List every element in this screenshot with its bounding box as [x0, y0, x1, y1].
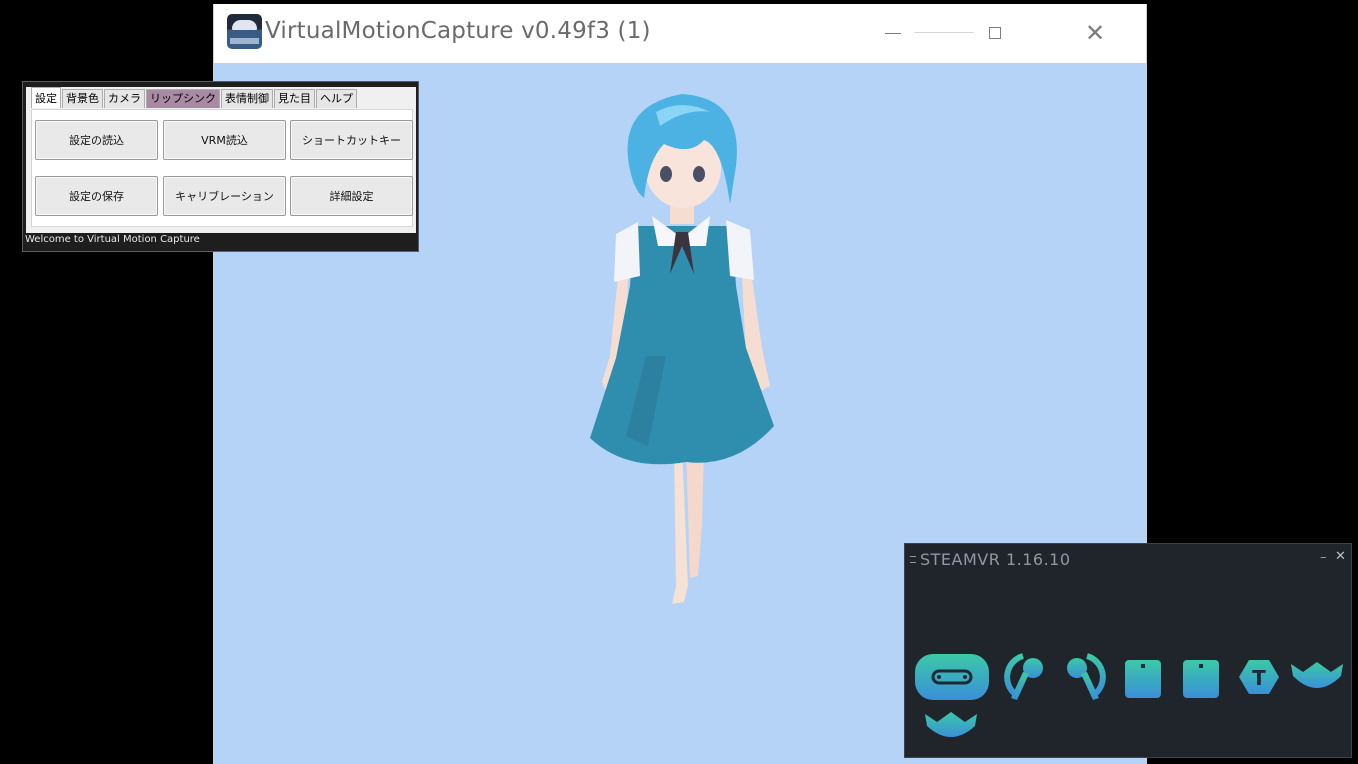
vive-tracker-icon[interactable] — [1291, 662, 1343, 688]
close-button[interactable]: ✕ — [1072, 16, 1118, 50]
title-divider — [914, 32, 974, 33]
tab-background-color[interactable]: 背景色 — [62, 89, 103, 108]
tab-expression-control[interactable]: 表情制御 — [221, 89, 273, 108]
vive-tracker-icon[interactable] — [925, 712, 977, 737]
advanced-settings-button[interactable]: 詳細設定 — [290, 176, 413, 216]
settings-panel: 設定 背景色 カメラ リップシンク 表情制御 見た目 ヘルプ 設定の読込 VRM… — [22, 81, 419, 252]
controller-left-icon[interactable] — [1004, 653, 1043, 700]
app-logo-icon — [227, 14, 262, 49]
save-settings-button[interactable]: 設定の保存 — [35, 176, 158, 216]
status-bar-text: Welcome to Virtual Motion Capture — [25, 234, 200, 245]
controller-right-icon[interactable] — [1067, 653, 1106, 700]
tab-camera[interactable]: カメラ — [104, 89, 145, 108]
avatar-leg-left — [686, 446, 704, 578]
window-title: VirtualMotionCapture v0.49f3 (1) — [265, 18, 651, 44]
avatar-sleeve-right — [726, 220, 754, 280]
calibration-button[interactable]: キャリブレーション — [163, 176, 286, 216]
settings-panel-body: 設定 背景色 カメラ リップシンク 表情制御 見た目 ヘルプ 設定の読込 VRM… — [26, 87, 416, 233]
tab-lip-sync[interactable]: リップシンク — [146, 89, 220, 108]
avatar-eye-left — [660, 166, 672, 182]
svg-text:T: T — [1252, 666, 1266, 690]
steamvr-device-row: T — [915, 653, 1343, 737]
title-bar[interactable]: VirtualMotionCapture v0.49f3 (1) ✕ — [214, 4, 1146, 63]
base-station-icon[interactable] — [1125, 660, 1161, 698]
avatar-eye-right — [693, 166, 705, 182]
steamvr-panel: STEAMVR 1.16.10 – ✕ T — [904, 543, 1352, 758]
tab-settings[interactable]: 設定 — [31, 87, 61, 108]
settings-tabs: 設定 背景色 カメラ リップシンク 表情制御 見た目 ヘルプ — [31, 87, 358, 109]
avatar-sleeve-left — [614, 222, 640, 282]
maximize-icon — [989, 27, 1001, 39]
tab-appearance[interactable]: 見た目 — [274, 89, 315, 108]
avatar-leg-right — [672, 446, 688, 604]
tab-help[interactable]: ヘルプ — [316, 89, 357, 108]
headset-icon[interactable] — [915, 654, 989, 700]
load-vrm-button[interactable]: VRM読込 — [163, 120, 286, 160]
tracker-icon[interactable]: T — [1239, 660, 1279, 694]
minimize-icon — [885, 32, 901, 34]
load-settings-button[interactable]: 設定の読込 — [35, 120, 158, 160]
close-icon: ✕ — [1084, 19, 1106, 47]
settings-tab-content: 設定の読込 VRM読込 ショートカットキー 設定の保存 キャリブレーション 詳細… — [31, 109, 413, 227]
minimize-button[interactable] — [870, 16, 916, 50]
shortcut-keys-button[interactable]: ショートカットキー — [290, 120, 413, 160]
maximize-button[interactable] — [972, 16, 1018, 50]
avatar-model — [590, 94, 774, 604]
base-station-icon[interactable] — [1183, 660, 1219, 698]
